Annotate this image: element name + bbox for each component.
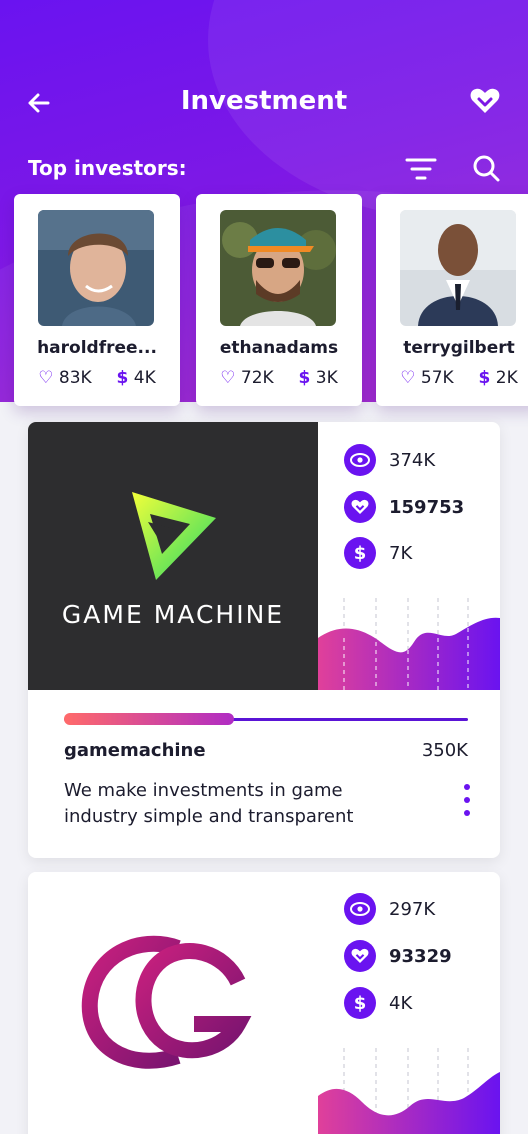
views-stat: 374K (344, 443, 435, 477)
investors-carousel: haroldfree... ♡ 83K $ 4K ethanadams ♡ 72… (0, 194, 528, 406)
investment-stat: $ 7K (344, 536, 412, 570)
dollar-icon: $ (298, 368, 311, 388)
activity-chart (318, 598, 500, 690)
filter-icon (405, 158, 437, 180)
page-title: Investment (180, 86, 348, 116)
avatar (38, 210, 154, 326)
heart-outline-icon: ♡ (220, 368, 236, 388)
heart-icon (344, 491, 376, 523)
heart-icon (470, 88, 500, 113)
section-title: Top investors: (28, 156, 187, 180)
investor-amount: 2K (495, 368, 518, 388)
investor-likes: 83K (58, 368, 92, 388)
dollar-icon: $ (478, 368, 491, 388)
project-name: gamemachine (64, 740, 206, 761)
cc-logo-icon (81, 935, 252, 1069)
project-card[interactable]: GAME MACHINE 374K 159753 $ 7K gamemachin… (28, 422, 500, 858)
avatar (400, 210, 516, 326)
investment-stat: $ 4K (344, 986, 412, 1020)
likes-count: 159753 (389, 496, 465, 518)
investor-card[interactable]: haroldfree... ♡ 83K $ 4K (14, 194, 180, 406)
likes-count: 93329 (389, 945, 452, 967)
search-button[interactable] (470, 152, 504, 186)
dollar-icon: $ (344, 987, 376, 1019)
investor-name: ethanadams (219, 338, 339, 358)
dollar-icon: $ (116, 368, 129, 388)
project-goal: 350K (421, 740, 468, 761)
investor-stats: ♡ 83K $ 4K (14, 368, 180, 388)
funding-progress-bar (64, 713, 234, 725)
more-vertical-icon (464, 784, 470, 790)
top-bar: Investment (0, 78, 528, 130)
investor-card[interactable]: ethanadams ♡ 72K $ 3K (196, 194, 362, 406)
heart-outline-icon: ♡ (38, 368, 54, 388)
favorites-button[interactable] (468, 84, 502, 118)
heart-icon (344, 940, 376, 972)
heart-outline-icon: ♡ (400, 368, 416, 388)
activity-chart (318, 1048, 500, 1134)
eye-icon (344, 893, 376, 925)
avatar (220, 210, 336, 326)
filter-button[interactable] (404, 152, 438, 186)
eye-icon (344, 444, 376, 476)
project-logo: GAME MACHINE (28, 422, 318, 690)
likes-stat: 159753 (344, 490, 464, 524)
investor-stats: ♡ 57K $ 2K (376, 368, 528, 388)
likes-stat: 93329 (344, 939, 452, 973)
project-description: We make investments in game industry sim… (64, 780, 354, 827)
project-card[interactable]: 297K 93329 $ 4K (28, 872, 500, 1134)
investor-likes: 57K (420, 368, 454, 388)
dollar-icon: $ (344, 537, 376, 569)
investor-amount: 3K (315, 368, 338, 388)
views-stat: 297K (344, 892, 435, 926)
investor-card[interactable]: terrygilbert ♡ 57K $ 2K (376, 194, 528, 406)
investor-stats: ♡ 72K $ 3K (196, 368, 362, 388)
investor-name: haroldfree... (37, 338, 157, 358)
views-count: 374K (389, 449, 436, 471)
investment-amount: 7K (389, 542, 413, 564)
project-logo (28, 872, 318, 1134)
investor-likes: 72K (240, 368, 274, 388)
logo-text: GAME MACHINE (61, 600, 285, 629)
search-icon (473, 155, 500, 182)
views-count: 297K (389, 898, 436, 920)
investor-name: terrygilbert (403, 338, 515, 358)
investor-amount: 4K (133, 368, 156, 388)
more-options-button[interactable] (458, 784, 476, 824)
investors-section-header: Top investors: (0, 148, 528, 188)
game-machine-logo-icon (132, 492, 216, 580)
investment-amount: 4K (389, 992, 413, 1014)
